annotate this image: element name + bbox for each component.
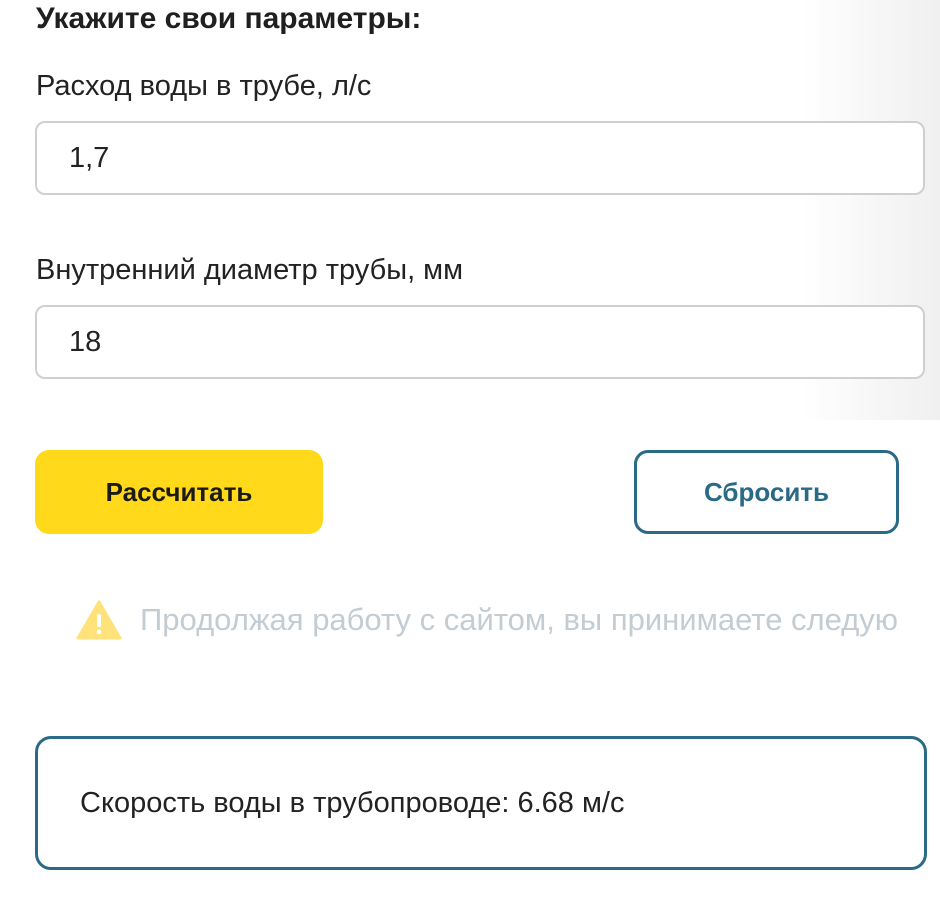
result-box: Скорость воды в трубопроводе: 6.68 м/с	[35, 736, 927, 870]
pipe-diameter-label: Внутренний диаметр трубы, мм	[36, 254, 464, 286]
flow-rate-input[interactable]	[35, 121, 925, 195]
water-velocity-result: Скорость воды в трубопроводе: 6.68 м/с	[80, 786, 625, 819]
form-heading: Укажите свои параметры:	[36, 2, 422, 35]
pipe-diameter-input[interactable]	[35, 305, 925, 379]
warning-icon	[76, 600, 122, 640]
flow-rate-label: Расход воды в трубе, л/с	[36, 70, 372, 102]
reset-button[interactable]: Сбросить	[634, 450, 899, 534]
calculate-button[interactable]: Рассчитать	[35, 450, 323, 534]
cookie-notice-text: Продолжая работу с сайтом, вы принимаете…	[140, 602, 899, 637]
cookie-notice: Продолжая работу с сайтом, вы принимаете…	[76, 590, 940, 650]
